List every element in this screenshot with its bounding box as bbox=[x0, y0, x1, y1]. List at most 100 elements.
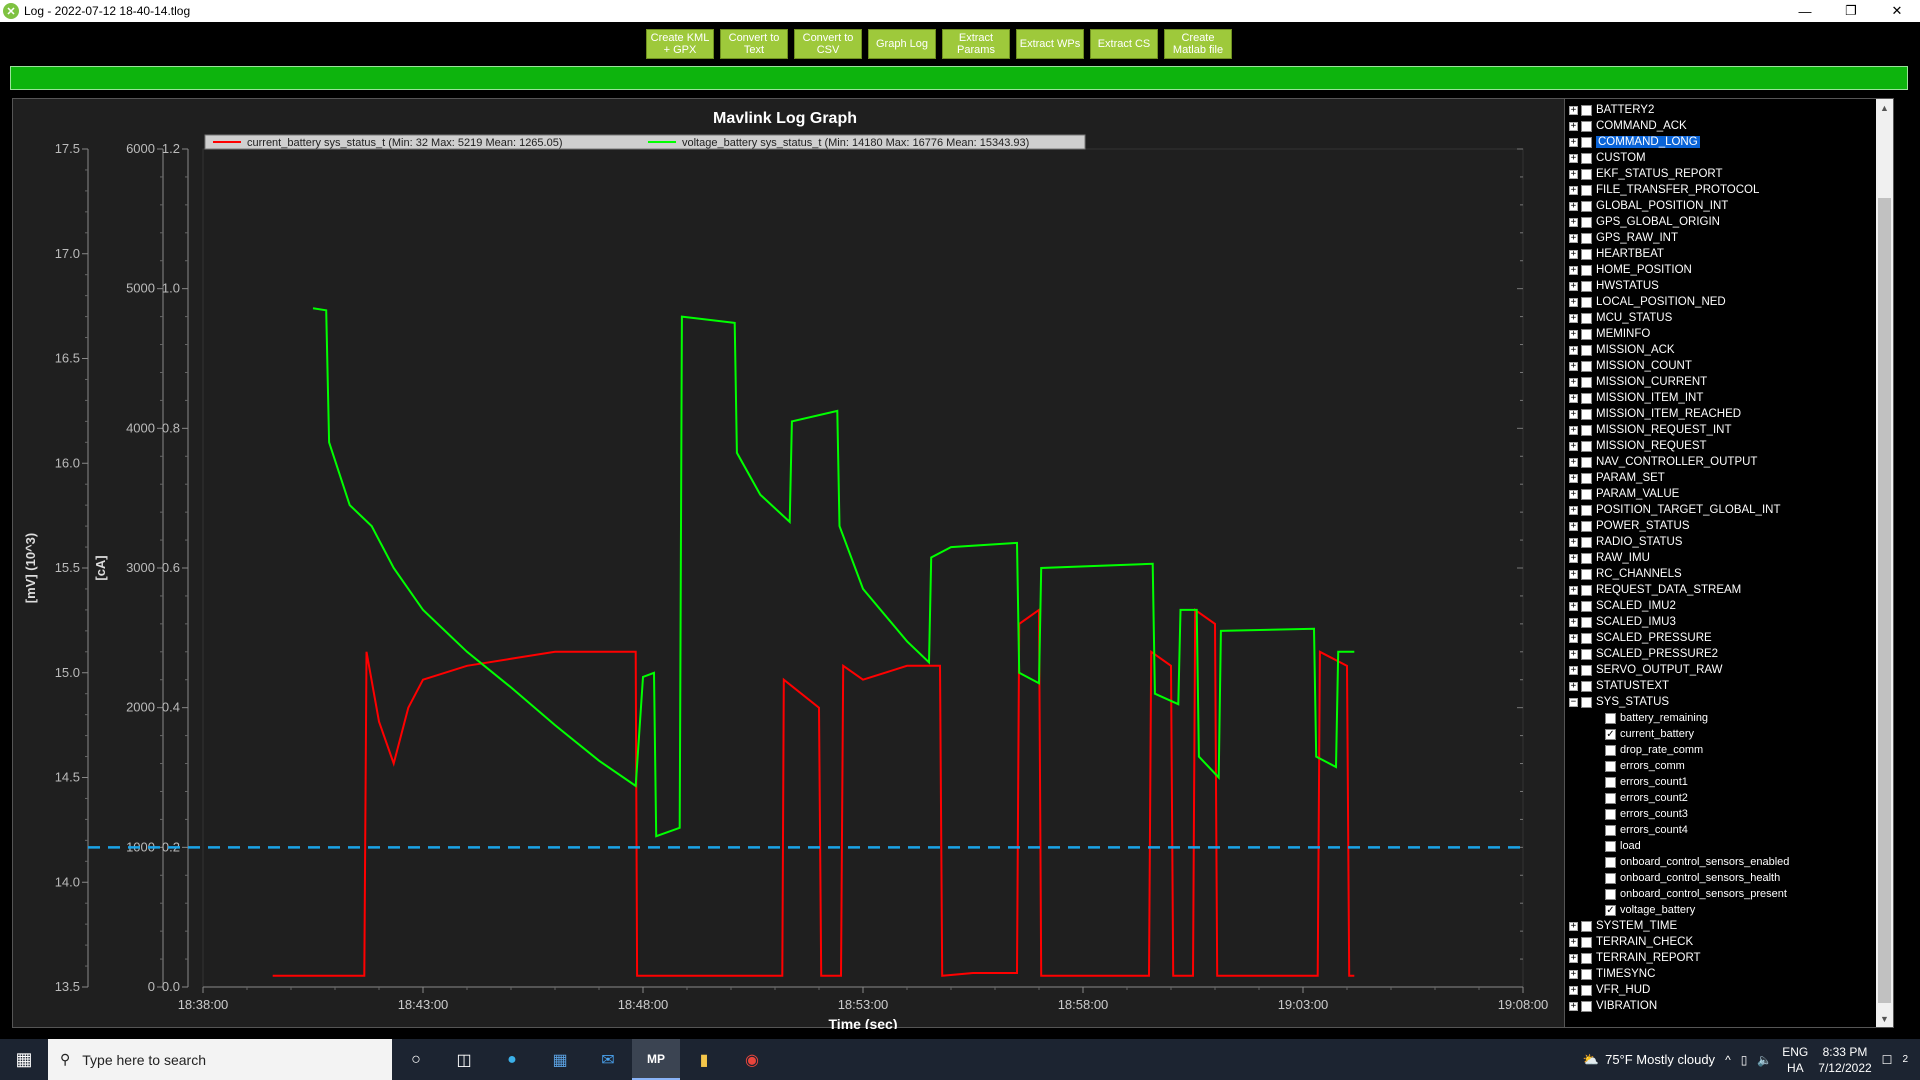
expand-icon[interactable]: + bbox=[1569, 665, 1578, 675]
tree-item-mission_request_int[interactable]: + MISSION_REQUEST_INT bbox=[1569, 422, 1731, 438]
expand-icon[interactable]: + bbox=[1569, 281, 1578, 291]
edge-icon[interactable]: ● bbox=[488, 1039, 536, 1080]
tree-item-radio_status[interactable]: + RADIO_STATUS bbox=[1569, 534, 1682, 550]
checkbox[interactable] bbox=[1581, 648, 1592, 660]
tree-item-custom[interactable]: + CUSTOM bbox=[1569, 150, 1646, 166]
tree-item-vfr_hud[interactable]: + VFR_HUD bbox=[1569, 982, 1650, 998]
checkbox[interactable] bbox=[1581, 488, 1592, 500]
expand-icon[interactable]: + bbox=[1569, 265, 1578, 275]
tree-item-mission_item_int[interactable]: + MISSION_ITEM_INT bbox=[1569, 390, 1703, 406]
windows-start-icon[interactable]: ▦ bbox=[0, 1039, 48, 1080]
create-matlab-file-button[interactable]: Create Matlab file bbox=[1164, 29, 1232, 59]
expand-icon[interactable]: + bbox=[1569, 313, 1578, 323]
checkbox[interactable] bbox=[1581, 232, 1592, 244]
mail-icon[interactable]: ✉ bbox=[584, 1039, 632, 1080]
expand-icon[interactable]: + bbox=[1569, 297, 1578, 307]
restore-button[interactable]: ❐ bbox=[1828, 0, 1874, 22]
tree-field-errors_count1[interactable]: errors_count1 bbox=[1605, 774, 1688, 790]
tree-item-position_target_global_int[interactable]: + POSITION_TARGET_GLOBAL_INT bbox=[1569, 502, 1780, 518]
checkbox[interactable] bbox=[1581, 1000, 1592, 1012]
expand-icon[interactable]: + bbox=[1569, 969, 1578, 979]
checkbox[interactable] bbox=[1581, 200, 1592, 212]
expand-icon[interactable]: + bbox=[1569, 329, 1578, 339]
tree-item-global_position_int[interactable]: + GLOBAL_POSITION_INT bbox=[1569, 198, 1728, 214]
message-tree[interactable]: + BATTERY2 + COMMAND_ACK + COMMAND_LONG + CUSTO… bbox=[1564, 98, 1894, 1028]
checkbox[interactable] bbox=[1581, 296, 1592, 308]
tree-field-load[interactable]: load bbox=[1605, 838, 1641, 854]
expand-icon[interactable]: + bbox=[1569, 553, 1578, 563]
checkbox[interactable] bbox=[1581, 920, 1592, 932]
speaker-icon[interactable]: 🔈 bbox=[1757, 1053, 1772, 1067]
tree-item-param_set[interactable]: + PARAM_SET bbox=[1569, 470, 1665, 486]
expand-icon[interactable]: + bbox=[1569, 441, 1578, 451]
checkbox[interactable] bbox=[1581, 360, 1592, 372]
tree-item-command_long[interactable]: + COMMAND_LONG bbox=[1569, 134, 1700, 150]
checkbox[interactable] bbox=[1581, 280, 1592, 292]
expand-icon[interactable]: + bbox=[1569, 169, 1578, 179]
expand-icon[interactable]: + bbox=[1569, 345, 1578, 355]
checkbox[interactable] bbox=[1581, 456, 1592, 468]
tree-item-nav_controller_output[interactable]: + NAV_CONTROLLER_OUTPUT bbox=[1569, 454, 1757, 470]
notification-icon[interactable]: ☐ bbox=[1882, 1053, 1893, 1067]
tree-item-scaled_imu2[interactable]: + SCALED_IMU2 bbox=[1569, 598, 1676, 614]
tree-item-mission_request[interactable]: + MISSION_REQUEST bbox=[1569, 438, 1707, 454]
tree-field-errors_count4[interactable]: errors_count4 bbox=[1605, 822, 1688, 838]
expand-icon[interactable]: + bbox=[1569, 233, 1578, 243]
network-icon[interactable]: ▯ bbox=[1741, 1053, 1748, 1067]
checkbox[interactable] bbox=[1581, 216, 1592, 228]
tree-item-scaled_pressure2[interactable]: + SCALED_PRESSURE2 bbox=[1569, 646, 1718, 662]
clock[interactable]: 8:33 PM 7/12/2022 bbox=[1818, 1044, 1871, 1076]
checkbox[interactable] bbox=[1581, 264, 1592, 276]
checkbox[interactable] bbox=[1605, 872, 1616, 884]
checkbox[interactable] bbox=[1581, 328, 1592, 340]
expand-icon[interactable]: + bbox=[1569, 153, 1578, 163]
expand-icon[interactable]: + bbox=[1569, 201, 1578, 211]
expand-icon[interactable]: + bbox=[1569, 1001, 1578, 1011]
expand-icon[interactable]: + bbox=[1569, 921, 1578, 931]
checkbox[interactable] bbox=[1605, 712, 1616, 724]
checkbox[interactable] bbox=[1581, 616, 1592, 628]
weather-widget[interactable]: ⛅ 75°F Mostly cloudy bbox=[1583, 1052, 1715, 1068]
tree-field-voltage_battery[interactable]: ✓ voltage_battery bbox=[1605, 902, 1695, 918]
tree-item-file_transfer_protocol[interactable]: + FILE_TRANSFER_PROTOCOL bbox=[1569, 182, 1759, 198]
checkbox[interactable] bbox=[1605, 760, 1616, 772]
tree-field-errors_count2[interactable]: errors_count2 bbox=[1605, 790, 1688, 806]
checkbox[interactable] bbox=[1581, 392, 1592, 404]
checkbox[interactable] bbox=[1581, 344, 1592, 356]
checkbox[interactable] bbox=[1605, 808, 1616, 820]
checkbox[interactable] bbox=[1581, 536, 1592, 548]
expand-icon[interactable]: + bbox=[1569, 649, 1578, 659]
cortana-icon[interactable]: ○ bbox=[392, 1039, 440, 1080]
checkbox[interactable] bbox=[1581, 104, 1592, 116]
expand-icon[interactable]: + bbox=[1569, 569, 1578, 579]
checkbox[interactable] bbox=[1605, 840, 1616, 852]
expand-icon[interactable]: + bbox=[1569, 361, 1578, 371]
checkbox[interactable] bbox=[1605, 824, 1616, 836]
checkbox[interactable] bbox=[1581, 312, 1592, 324]
tree-item-vibration[interactable]: + VIBRATION bbox=[1569, 998, 1657, 1014]
expand-icon[interactable]: + bbox=[1569, 473, 1578, 483]
expand-icon[interactable]: + bbox=[1569, 409, 1578, 419]
checkbox[interactable] bbox=[1581, 952, 1592, 964]
checkbox[interactable] bbox=[1581, 984, 1592, 996]
tree-field-errors_count3[interactable]: errors_count3 bbox=[1605, 806, 1688, 822]
graph-panel[interactable]: Mavlink Log Graph current_battery sys_sta… bbox=[12, 98, 1567, 1029]
tree-item-terrain_report[interactable]: + TERRAIN_REPORT bbox=[1569, 950, 1701, 966]
expand-icon[interactable]: + bbox=[1569, 105, 1578, 115]
expand-icon[interactable]: + bbox=[1569, 505, 1578, 515]
checkbox[interactable] bbox=[1581, 136, 1592, 148]
checkbox[interactable] bbox=[1581, 376, 1592, 388]
chevron-up-icon[interactable]: ^ bbox=[1725, 1053, 1731, 1067]
checkbox[interactable] bbox=[1581, 168, 1592, 180]
checkbox[interactable] bbox=[1581, 424, 1592, 436]
tree-item-scaled_pressure[interactable]: + SCALED_PRESSURE bbox=[1569, 630, 1712, 646]
convert-to-text-button[interactable]: Convert to Text bbox=[720, 29, 788, 59]
graph-log-button[interactable]: Graph Log bbox=[868, 29, 936, 59]
tree-item-rc_channels[interactable]: + RC_CHANNELS bbox=[1569, 566, 1682, 582]
expand-icon[interactable]: + bbox=[1569, 425, 1578, 435]
checkbox[interactable] bbox=[1581, 600, 1592, 612]
checked-checkbox[interactable]: ✓ bbox=[1605, 904, 1616, 916]
tree-item-mission_item_reached[interactable]: + MISSION_ITEM_REACHED bbox=[1569, 406, 1741, 422]
tree-item-meminfo[interactable]: + MEMINFO bbox=[1569, 326, 1650, 342]
checkbox[interactable] bbox=[1581, 552, 1592, 564]
